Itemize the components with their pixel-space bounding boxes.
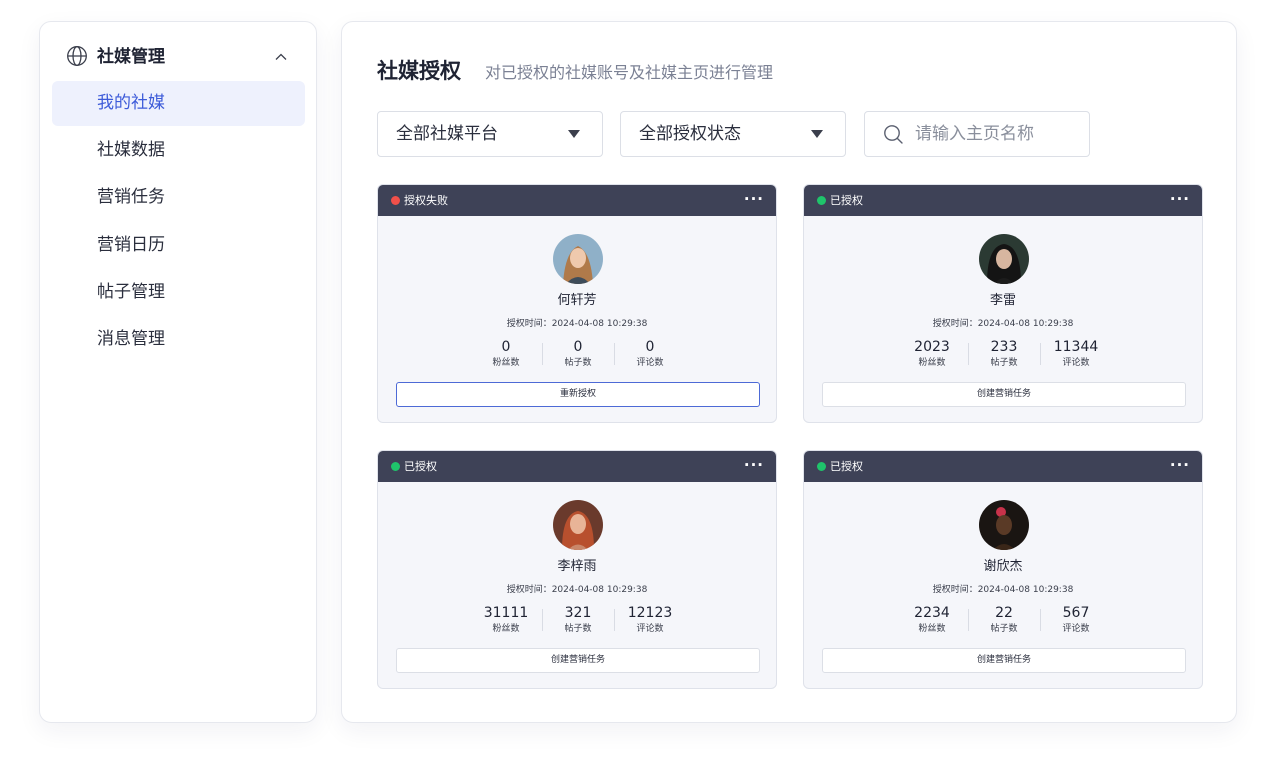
sidebar-item-message-management[interactable]: 消息管理 [52,317,305,362]
stat-label: 评论数 [1062,358,1090,368]
sidebar-group-title: 社媒管理 [97,47,165,67]
card-header: 已授权 ··· [804,185,1202,216]
stat-value: 233 [990,339,1018,355]
account-card: 授权失败 ··· 何轩芳 授权时间：2024-04-08 10:29:38 0 … [377,184,777,423]
reauthorize-button[interactable]: 重新授权 [396,382,760,407]
card-status: 已授权 [830,460,863,473]
stat-posts: 22 帖子数 [968,604,1040,636]
account-card: 已授权 ··· 李梓雨 授权时间：2024-04-08 10:29:38 311… [377,450,777,689]
status-select[interactable]: 全部授权状态 [620,111,846,157]
account-name: 李梓雨 [557,559,597,574]
auth-time: 授权时间：2024-04-08 10:29:38 [932,585,1074,595]
more-icon[interactable]: ··· [744,451,764,479]
card-header: 授权失败 ··· [378,185,776,216]
sidebar-item-marketing-tasks[interactable]: 营销任务 [52,175,305,220]
globe-icon [67,46,87,66]
card-status: 已授权 [404,460,437,473]
stat-label: 帖子数 [564,624,592,634]
stat-value: 567 [1062,605,1090,621]
stat-value: 2023 [914,339,950,355]
stat-fans: 2023 粉丝数 [896,338,968,370]
stat-label: 粉丝数 [918,624,946,634]
auth-time: 授权时间：2024-04-08 10:29:38 [932,319,1074,329]
sidebar-item-social-data[interactable]: 社媒数据 [52,128,305,173]
stat-value: 22 [995,605,1013,621]
sidebar-item-post-management[interactable]: 帖子管理 [52,270,305,315]
avatar [979,500,1029,550]
stat-label: 评论数 [636,358,664,368]
page-subtitle: 对已授权的社媒账号及社媒主页进行管理 [485,63,774,82]
stat-value: 11344 [1053,339,1099,355]
stat-value: 12123 [627,605,673,621]
platform-select[interactable]: 全部社媒平台 [377,111,603,157]
stat-label: 粉丝数 [492,358,520,368]
main-panel: 社媒授权 对已授权的社媒账号及社媒主页进行管理 全部社媒平台 全部授权状态 授权… [341,21,1237,723]
stat-comments: 12123 评论数 [614,604,686,636]
stat-value: 0 [501,339,511,355]
status-dot [817,196,826,205]
page-title: 社媒授权 [377,59,461,83]
sidebar-item-my-social[interactable]: 我的社媒 [52,81,305,126]
avatar [979,234,1029,284]
card-header: 已授权 ··· [804,451,1202,482]
chevron-up-icon[interactable] [273,49,289,65]
stat-label: 帖子数 [990,358,1018,368]
stat-posts: 233 帖子数 [968,338,1040,370]
stat-comments: 0 评论数 [614,338,686,370]
stat-comments: 567 评论数 [1040,604,1112,636]
status-dot [391,462,400,471]
search-box[interactable] [864,111,1090,157]
account-name: 谢欣杰 [983,559,1023,574]
stat-fans: 0 粉丝数 [470,338,542,370]
card-status: 授权失败 [404,194,448,207]
status-select-value: 全部授权状态 [639,124,741,144]
search-input[interactable] [915,112,1083,156]
stat-label: 评论数 [1062,624,1090,634]
stat-label: 评论数 [636,624,664,634]
search-icon [884,125,903,144]
stat-label: 粉丝数 [492,624,520,634]
account-name: 何轩芳 [557,293,597,308]
more-icon[interactable]: ··· [1170,185,1190,213]
sidebar-item-marketing-calendar[interactable]: 营销日历 [52,223,305,268]
more-icon[interactable]: ··· [744,185,764,213]
stat-label: 帖子数 [990,624,1018,634]
create-marketing-task-button[interactable]: 创建营销任务 [822,648,1186,673]
stat-comments: 11344 评论数 [1040,338,1112,370]
platform-select-value: 全部社媒平台 [396,124,498,144]
create-marketing-task-button[interactable]: 创建营销任务 [822,382,1186,407]
sidebar-group-header[interactable]: 社媒管理 [40,44,316,70]
more-icon[interactable]: ··· [1170,451,1190,479]
sidebar: 社媒管理 我的社媒 社媒数据 营销任务 营销日历 帖子管理 消息管理 [39,21,317,723]
stat-value: 2234 [914,605,950,621]
stat-value: 31111 [483,605,529,621]
account-name: 李雷 [989,293,1016,308]
stat-value: 321 [564,605,592,621]
stat-label: 粉丝数 [918,358,946,368]
card-header: 已授权 ··· [378,451,776,482]
account-card: 已授权 ··· 李雷 授权时间：2024-04-08 10:29:38 2023… [803,184,1203,423]
auth-time: 授权时间：2024-04-08 10:29:38 [506,319,648,329]
auth-time: 授权时间：2024-04-08 10:29:38 [506,585,648,595]
stat-fans: 2234 粉丝数 [896,604,968,636]
stat-posts: 0 帖子数 [542,338,614,370]
account-card: 已授权 ··· 谢欣杰 授权时间：2024-04-08 10:29:38 223… [803,450,1203,689]
stat-fans: 31111 粉丝数 [470,604,542,636]
avatar [553,234,603,284]
caret-down-icon [568,130,580,138]
stat-value: 0 [645,339,655,355]
card-status: 已授权 [830,194,863,207]
stat-value: 0 [573,339,583,355]
status-dot [817,462,826,471]
status-dot [391,196,400,205]
create-marketing-task-button[interactable]: 创建营销任务 [396,648,760,673]
stat-posts: 321 帖子数 [542,604,614,636]
avatar [553,500,603,550]
caret-down-icon [811,130,823,138]
stat-label: 帖子数 [564,358,592,368]
